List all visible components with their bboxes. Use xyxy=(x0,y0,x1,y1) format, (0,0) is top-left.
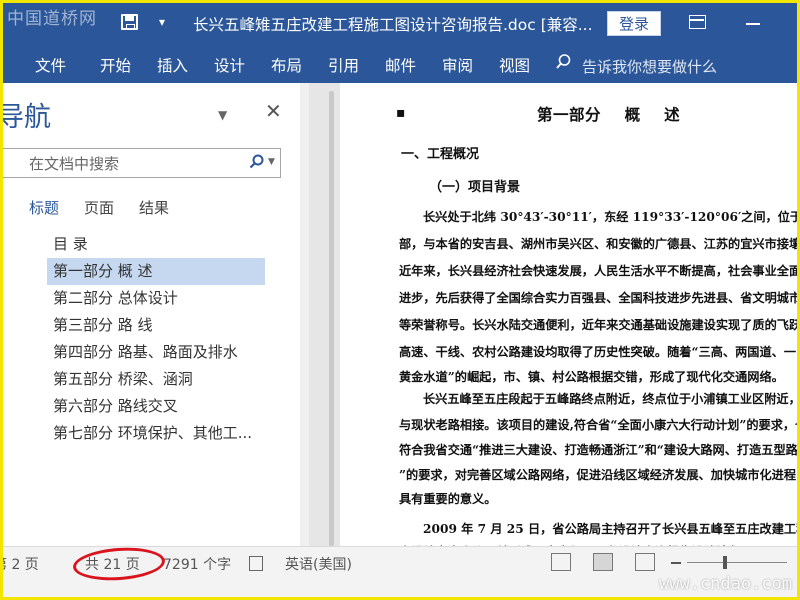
heading-item[interactable]: 第六部分 路线交叉 xyxy=(47,393,265,420)
heading-item[interactable]: 第五部分 桥梁、涵洞 xyxy=(47,366,265,393)
heading-item[interactable]: 第三部分 路 线 xyxy=(47,312,265,339)
pane-splitter[interactable] xyxy=(300,83,309,546)
web-layout-icon[interactable] xyxy=(635,553,655,571)
tab-insert[interactable]: 插入 xyxy=(157,54,188,76)
body-text-line: 与现状老路相接。该项目的建设,符合省“全面小康六大行动计划”的要求，也 xyxy=(399,418,800,432)
subsection-heading: （一）项目背景 xyxy=(429,180,521,195)
tab-results[interactable]: 结果 xyxy=(139,197,169,218)
chevron-down-icon[interactable]: ▼ xyxy=(218,108,227,122)
tab-review[interactable]: 审阅 xyxy=(442,54,473,76)
tab-mailings[interactable]: 邮件 xyxy=(385,54,416,76)
body-text-line: 进步，先后获得了全国综合实力百强县、全国科技进步先进县、省文明城市 xyxy=(399,291,800,305)
customize-quick-access-icon[interactable]: ▾ xyxy=(159,15,165,29)
body-text-line: 黄金水道”的崛起，市、镇、村公路根据交错，形成了现代化交通网络。 xyxy=(399,370,784,384)
paragraph-mark: ▪ xyxy=(396,105,406,121)
document-margin-area xyxy=(309,83,340,546)
login-button[interactable]: 登录 xyxy=(607,11,661,36)
zoom-out-icon[interactable] xyxy=(671,562,681,564)
body-text-line: 长兴五峰至五庄段起于五峰路终点附近，终点位于小浦镇工业区附近， xyxy=(423,392,800,406)
word-count-status[interactable]: 7291 个字 xyxy=(163,554,231,574)
tab-design[interactable]: 设计 xyxy=(214,54,245,76)
tab-pages[interactable]: 页面 xyxy=(84,197,114,218)
heading-item[interactable]: 第七部分 环境保护、其他工... xyxy=(47,420,265,447)
body-text-line: 高速、干线、农村公路建设均取得了历史性突破。随着“三高、两国道、一 xyxy=(399,345,797,359)
tell-me-input[interactable]: 告诉我你想要做什么 xyxy=(582,56,717,77)
lightbulb-search-icon[interactable] xyxy=(556,54,571,69)
body-text-line: 2009 年 7 月 25 日，省公路局主持召开了长兴县五峰至五庄改建工程初 xyxy=(423,522,800,536)
tab-view[interactable]: 视图 xyxy=(499,54,530,76)
minimize-icon[interactable] xyxy=(746,23,760,25)
language-status[interactable]: 英语(美国) xyxy=(285,554,352,574)
nav-pane-title: 导航 xyxy=(0,102,51,133)
search-options-icon[interactable]: ▼ xyxy=(268,157,275,167)
ribbon-tabs: 文件 开始 插入 设计 布局 引用 邮件 审阅 视图 告诉我你想要做什么 xyxy=(3,43,797,83)
watermark-url: www.cndao.com xyxy=(659,574,793,594)
search-input[interactable]: 在文档中搜索 xyxy=(29,153,119,174)
body-text-line: 等荣誉称号。长兴水陆交通便利，近年来交通基础设施建设实现了质的飞跃， xyxy=(399,318,800,332)
heading-item[interactable]: 目 录 xyxy=(47,231,265,258)
body-text-line: 部，与本省的安吉县、湖州市吴兴区、和安徽的广德县、江苏的宜兴市接壤。 xyxy=(399,237,800,251)
body-text-line: 近年来，长兴县经济社会快速发展，人民生活水平不断提高，社会事业全面 xyxy=(399,264,800,278)
tab-home[interactable]: 开始 xyxy=(100,54,131,76)
zoom-slider[interactable] xyxy=(687,562,787,563)
heading-item[interactable]: 第四部分 路基、路面及排水 xyxy=(47,339,265,366)
scrollbar-thumb[interactable] xyxy=(329,91,334,546)
tab-file[interactable]: 文件 xyxy=(35,54,66,76)
page-number-status[interactable]: 第 2 页 xyxy=(3,554,39,574)
navigation-pane: 导航 ▼ ✕ 在文档中搜索 ▼ 标题 页面 结果 目 录 第一部分 概 述 第二… xyxy=(3,83,300,546)
tab-references[interactable]: 引用 xyxy=(328,54,359,76)
document-title: 长兴五峰雉五庄改建工程施工图设计咨询报告.doc [兼容... xyxy=(193,16,593,34)
app-window: 中国道桥网 ▾ 长兴五峰雉五庄改建工程施工图设计咨询报告.doc [兼容... … xyxy=(0,0,800,600)
tab-layout[interactable]: 布局 xyxy=(271,54,302,76)
document-page[interactable]: ▪ 第一部分 概 述 一、工程概况 （一）项目背景 长兴处于北纬 30°43′-… xyxy=(341,83,800,559)
close-icon[interactable]: ✕ xyxy=(265,99,282,123)
body-text-line: ”的要求，对完善区域公路网络，促进沿线区域经济发展、加快城市化进程， xyxy=(399,468,800,482)
section-heading: 一、工程概况 xyxy=(401,147,480,162)
save-icon[interactable] xyxy=(121,14,138,30)
heading-item[interactable]: 第二部分 总体设计 xyxy=(47,285,265,312)
zoom-slider-thumb[interactable] xyxy=(723,556,727,569)
body-text-line: 长兴处于北纬 30°43′-30°11′，东经 119°33′-120°06′之… xyxy=(423,210,797,224)
part-title: 第一部分 概 述 xyxy=(537,105,681,124)
body-text-line: 符合我省交通“推进三大建设、打造畅通浙江”和“建设大路网、打造五型路 xyxy=(399,443,798,457)
title-bar: 中国道桥网 ▾ 长兴五峰雉五庄改建工程施工图设计咨询报告.doc [兼容... … xyxy=(3,3,797,43)
print-layout-icon[interactable] xyxy=(593,553,613,571)
body-text-line: 具有重要的意义。 xyxy=(399,492,497,506)
ribbon-display-options-icon[interactable] xyxy=(689,15,706,29)
search-icon[interactable] xyxy=(249,154,264,169)
watermark-text: 中国道桥网 xyxy=(7,9,97,29)
read-mode-icon[interactable] xyxy=(551,553,571,571)
tab-headings[interactable]: 标题 xyxy=(29,197,59,218)
heading-item-selected[interactable]: 第一部分 概 述 xyxy=(47,258,265,285)
proofing-book-icon[interactable] xyxy=(249,556,263,571)
